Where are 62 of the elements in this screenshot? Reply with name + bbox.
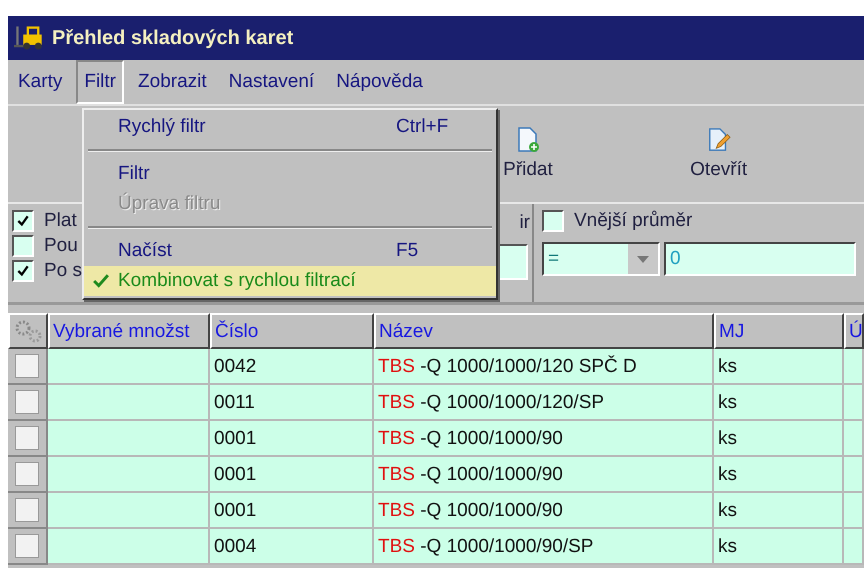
gears-icon [13,319,43,343]
menu-item[interactable]: Karty [10,60,70,104]
table-cell [844,385,864,421]
table-cell: ks [714,529,844,565]
menu-item[interactable]: Nápověda [328,60,431,104]
column-header[interactable]: MJ [714,313,844,349]
filter-label: ir [519,212,531,234]
checkbox[interactable] [12,260,34,282]
window-title: Přehled skladových karet [52,26,294,50]
filter-label: Plat [44,210,77,232]
table-cell: 0001 [210,421,374,457]
operator-dropdown[interactable]: = [542,242,660,276]
table-cell: ks [714,349,844,385]
checkbox[interactable] [12,235,34,257]
table-cell: ks [714,493,844,529]
table-cell: 0001 [210,457,374,493]
table-cell: TBS -Q 1000/1000/90 [374,457,714,493]
table-cell [844,493,864,529]
table-cell: TBS -Q 1000/1000/120 SPČ D [374,349,714,385]
column-header[interactable]: Ú [844,313,864,349]
row-checkbox[interactable] [15,534,39,558]
checkmark-icon [16,214,30,228]
table-cell: ks [714,457,844,493]
row-checkbox[interactable] [15,426,39,450]
column-settings-cell[interactable] [8,313,48,349]
menu-item[interactable]: Kombinovat s rychlou filtrací [84,266,496,296]
row-checkbox[interactable] [15,498,39,522]
table-cell: 0004 [210,529,374,565]
edit-document-icon [706,127,731,153]
table-cell: TBS -Q 1000/1000/90/SP [374,529,714,565]
table-cell: ks [714,385,844,421]
row-checkbox[interactable] [15,390,39,414]
checkbox[interactable] [542,210,564,232]
filter-label: Pou [44,235,78,257]
filter-label: Vnější průměr [574,210,692,232]
checkmark-icon [16,264,30,278]
menu-item[interactable]: Načíst F5 [84,236,496,266]
table-cell: 0011 [210,385,374,421]
new-document-icon [516,127,540,153]
table-cell: 0042 [210,349,374,385]
menu-item[interactable]: Filtr [76,60,124,104]
table-cell: TBS -Q 1000/1000/120/SP [374,385,714,421]
column-header[interactable]: Název [374,313,714,349]
table-cell: TBS -Q 1000/1000/90 [374,493,714,529]
table-cell [844,421,864,457]
menu-item[interactable]: Filtr [84,159,496,189]
menu-item[interactable]: Nastavení [220,60,322,104]
column-header[interactable]: Vybrané množst [48,313,210,349]
menu-item[interactable]: Zobrazit [130,60,215,104]
table-cell [844,349,864,385]
filter-label: Po s [44,260,82,282]
table-cell: 0001 [210,493,374,529]
forklift-icon [14,25,44,51]
menu-item[interactable]: Rychlý filtr Ctrl+F [84,112,496,142]
row-checkbox[interactable] [15,462,39,486]
table-cell: ks [714,421,844,457]
table-cell: TBS -Q 1000/1000/90 [374,421,714,457]
checkbox[interactable] [12,210,34,232]
column-header[interactable]: Číslo [210,313,374,349]
table-cell [844,457,864,493]
toolbar-button[interactable]: Otevřít [673,123,764,185]
row-checkbox[interactable] [15,354,39,378]
